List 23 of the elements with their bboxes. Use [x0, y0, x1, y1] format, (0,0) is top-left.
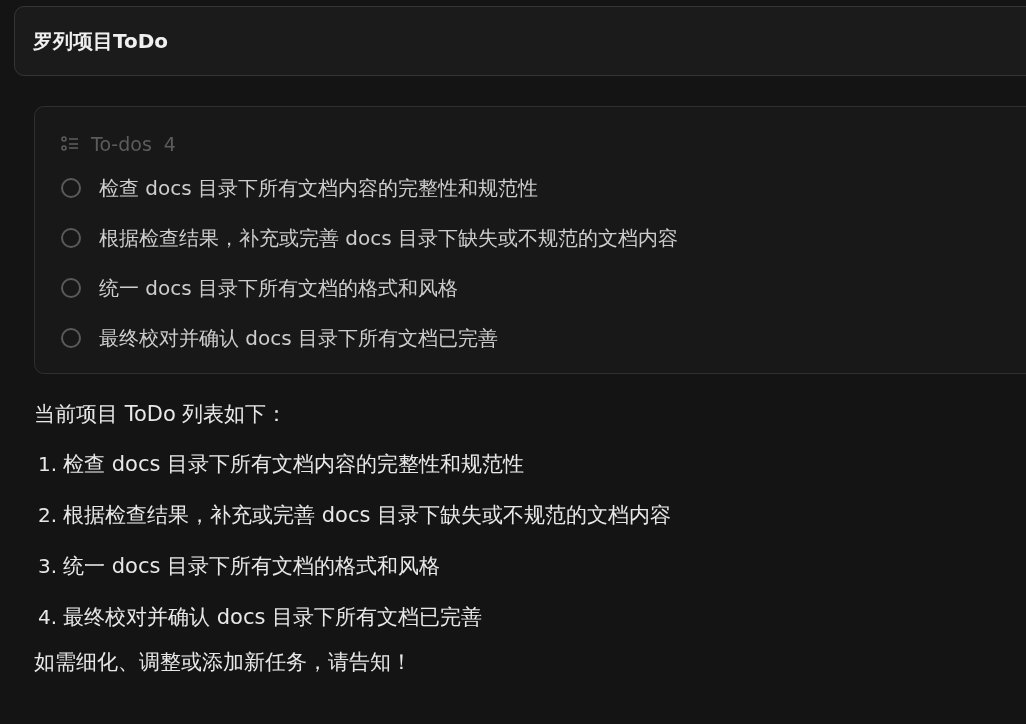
list-text: 检查 docs 目录下所有文档内容的完整性和规范性 [63, 450, 525, 478]
list-number: 3. [38, 553, 58, 578]
list-text: 统一 docs 目录下所有文档的格式和风格 [63, 552, 441, 580]
list-icon [61, 136, 79, 152]
closing-text: 如需细化、调整或添加新任务，请告知！ [34, 649, 413, 676]
todo-text: 检查 docs 目录下所有文档内容的完整性和规范性 [99, 174, 539, 202]
todo-title: To-dos [91, 133, 152, 155]
list-text: 根据检查结果，补充或完善 docs 目录下缺失或不规范的文档内容 [63, 501, 672, 529]
todo-checkbox[interactable] [61, 278, 81, 298]
todo-checkbox[interactable] [61, 178, 81, 198]
todo-text: 统一 docs 目录下所有文档的格式和风格 [99, 274, 459, 302]
todo-checkbox[interactable] [61, 228, 81, 248]
prompt-field[interactable]: 罗列项目ToDo [14, 6, 1026, 76]
list-number: 2. [38, 502, 58, 527]
list-number: 4. [38, 604, 58, 629]
todo-text: 根据检查结果，补充或完善 docs 目录下缺失或不规范的文档内容 [99, 224, 679, 252]
list-number: 1. [38, 451, 58, 476]
todo-text: 最终校对并确认 docs 目录下所有文档已完善 [99, 324, 499, 352]
todo-count: 4 [163, 133, 176, 155]
intro-text: 当前项目 ToDo 列表如下： [34, 401, 289, 428]
list-text: 最终校对并确认 docs 目录下所有文档已完善 [63, 603, 483, 631]
prompt-text: 罗列项目ToDo [33, 27, 169, 55]
todo-checkbox[interactable] [61, 328, 81, 348]
